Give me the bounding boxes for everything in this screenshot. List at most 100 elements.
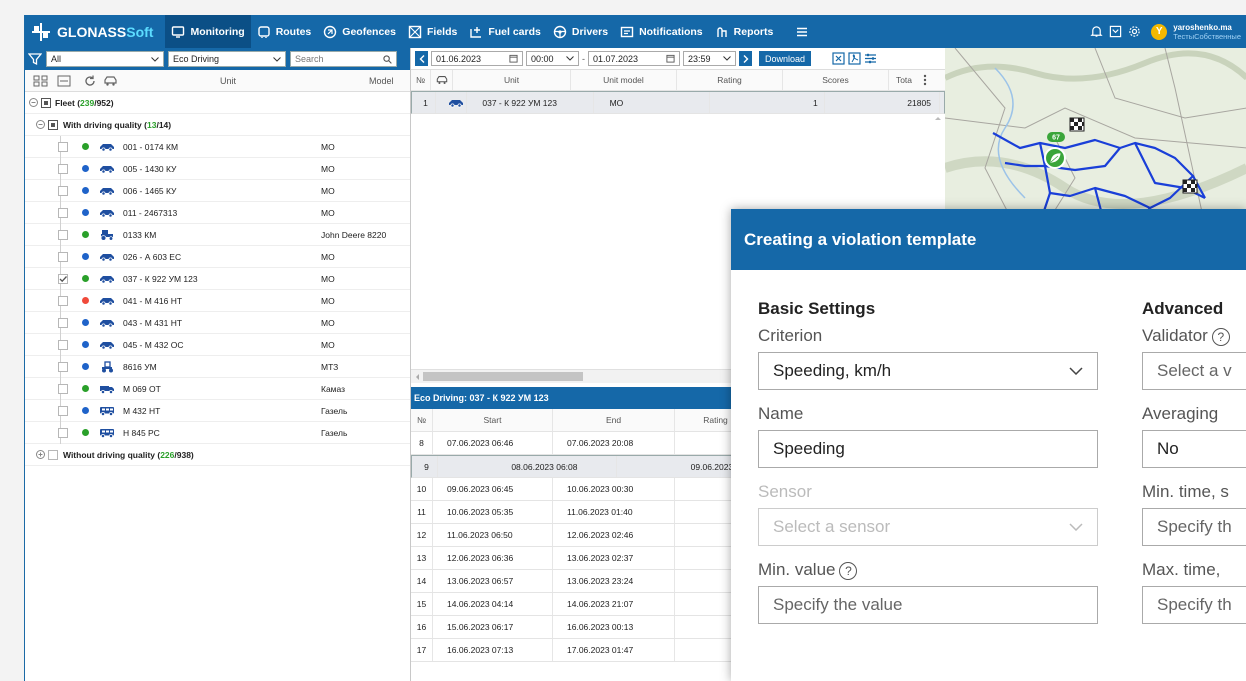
time-to-select[interactable]: 23:59 — [683, 51, 736, 66]
download-button[interactable]: Download — [759, 51, 811, 66]
unit-checkbox[interactable] — [58, 185, 68, 196]
col-unit[interactable]: Unit — [453, 70, 571, 90]
avatar[interactable]: Y — [1151, 23, 1168, 40]
map-canvas[interactable]: 67 — [945, 48, 1246, 226]
unit-checkbox[interactable] — [58, 295, 68, 306]
detail-col-end[interactable]: End — [553, 409, 675, 431]
without-quality-group-row[interactable]: Without driving quality (226/938) — [25, 444, 410, 466]
validator-select[interactable]: Select a v — [1142, 352, 1246, 390]
messages-icon[interactable] — [1109, 25, 1122, 38]
search-input[interactable]: Search — [290, 51, 397, 67]
horizontal-scrollbar[interactable] — [411, 369, 755, 383]
unit-checkbox[interactable] — [58, 427, 68, 438]
start-flag-icon[interactable] — [1069, 117, 1085, 132]
group-checkbox[interactable] — [48, 119, 58, 130]
map[interactable]: 67 — [945, 48, 1246, 226]
refresh-icon[interactable] — [83, 74, 97, 88]
unit-row[interactable]: 006 - 1465 КУ МО — [25, 180, 410, 202]
unit-checkbox[interactable] — [58, 405, 68, 416]
fleet-group-row[interactable]: Fleet (239/952) — [25, 92, 410, 114]
table-row[interactable]: 1 037 - К 922 УМ 123 МО 1 21805 — [411, 91, 945, 114]
unit-checkbox[interactable] — [58, 229, 68, 240]
with-quality-group-row[interactable]: With driving quality (13/14) — [25, 114, 410, 136]
unit-row[interactable]: 041 - М 416 НТ МО — [25, 290, 410, 312]
min-value-field[interactable]: Specify the value — [758, 586, 1098, 624]
unit-row[interactable]: 011 - 2467313 МО — [25, 202, 410, 224]
unit-checkbox[interactable] — [58, 251, 68, 262]
menu-drivers[interactable]: Drivers — [547, 15, 614, 48]
min-time-field[interactable]: Specify th — [1142, 508, 1246, 546]
fleet-checkbox[interactable] — [41, 97, 51, 108]
mode-select[interactable]: Eco Driving — [168, 51, 286, 67]
scroll-thumb[interactable] — [423, 372, 583, 381]
gear-icon[interactable] — [1128, 25, 1141, 38]
col-vehicle-icon[interactable] — [431, 70, 453, 90]
hamburger-menu-button[interactable] — [789, 15, 815, 48]
date-from-input[interactable]: 01.06.2023 — [431, 51, 523, 66]
unit-checkbox[interactable] — [58, 339, 68, 350]
model-column-title[interactable]: Model — [369, 76, 394, 86]
col-number[interactable]: № — [411, 70, 431, 90]
unit-row[interactable]: 005 - 1430 КУ МО — [25, 158, 410, 180]
settings-sliders-icon[interactable] — [864, 52, 877, 65]
unit-row[interactable]: 8616 УМ МТЗ — [25, 356, 410, 378]
unit-checkbox[interactable] — [58, 383, 68, 394]
logo[interactable]: GLONASSSoft — [25, 15, 159, 48]
scroll-left-icon[interactable] — [414, 373, 420, 381]
unit-column-title[interactable]: Unit — [213, 76, 243, 86]
expand-icon[interactable] — [36, 450, 45, 459]
unit-checkbox[interactable] — [58, 317, 68, 328]
detail-col-number[interactable]: № — [411, 409, 433, 431]
unit-row[interactable]: 045 - М 432 ОС МО — [25, 334, 410, 356]
col-total[interactable]: Tota — [889, 70, 919, 90]
user-info[interactable]: yaroshenko.ma ТестыСобственные — [1173, 23, 1241, 41]
column-menu-icon[interactable] — [923, 74, 927, 86]
calendar-icon[interactable] — [666, 54, 675, 63]
filter-icon[interactable] — [28, 52, 42, 66]
finish-flag-icon[interactable] — [1182, 179, 1198, 194]
group-select[interactable]: All — [46, 51, 164, 67]
name-field[interactable]: Speeding — [758, 430, 1098, 468]
sensor-select[interactable]: Select a sensor — [758, 508, 1098, 546]
prev-period-button[interactable] — [415, 51, 428, 66]
unit-checkbox[interactable] — [58, 207, 68, 218]
menu-fields[interactable]: Fields — [402, 15, 463, 48]
menu-routes[interactable]: Routes — [251, 15, 318, 48]
unit-checkbox[interactable] — [58, 163, 68, 174]
unit-row[interactable]: 026 - А 603 ЕС МО — [25, 246, 410, 268]
unit-row[interactable]: 043 - М 431 НТ МО — [25, 312, 410, 334]
unit-row[interactable]: 037 - К 922 УМ 123 МО — [25, 268, 410, 290]
menu-geofences[interactable]: Geofences — [317, 15, 402, 48]
bell-icon[interactable] — [1090, 25, 1103, 38]
col-rating[interactable]: Rating — [677, 70, 783, 90]
expand-all-icon[interactable] — [33, 74, 49, 88]
unit-checkbox[interactable] — [58, 141, 68, 152]
detail-col-start[interactable]: Start — [433, 409, 553, 431]
vehicle-marker[interactable]: 67 — [1044, 132, 1066, 169]
menu-reports[interactable]: Reports — [709, 15, 780, 48]
col-scores[interactable]: Scores — [783, 70, 889, 90]
next-period-button[interactable] — [739, 51, 752, 66]
date-to-input[interactable]: 01.07.2023 — [588, 51, 680, 66]
unit-row[interactable]: М 069 ОТ Камаз — [25, 378, 410, 400]
col-unit-model[interactable]: Unit model — [571, 70, 677, 90]
unit-row[interactable]: 0133 КМ John Deere 8220 — [25, 224, 410, 246]
max-time-field[interactable]: Specify th — [1142, 586, 1246, 624]
menu-fuel-cards[interactable]: Fuel cards — [463, 15, 547, 48]
averaging-select[interactable]: No — [1142, 430, 1246, 468]
criterion-select[interactable]: Speeding, km/h — [758, 352, 1098, 390]
checklist-icon[interactable] — [57, 74, 71, 88]
unit-checkbox[interactable] — [58, 361, 68, 372]
help-icon[interactable]: ? — [839, 561, 858, 580]
car-filter-icon[interactable] — [103, 74, 118, 88]
calendar-icon[interactable] — [509, 54, 518, 63]
unit-row[interactable]: 001 - 0174 КМ МО — [25, 136, 410, 158]
unit-checkbox[interactable] — [58, 273, 68, 284]
menu-notifications[interactable]: Notifications — [614, 15, 709, 48]
unit-row[interactable]: М 432 НТ Газель — [25, 400, 410, 422]
menu-monitoring[interactable]: Monitoring — [165, 15, 251, 48]
group-checkbox[interactable] — [48, 449, 58, 460]
collapse-icon[interactable] — [29, 98, 38, 107]
help-icon[interactable]: ? — [1211, 327, 1230, 346]
unit-row[interactable]: Н 845 РС Газель — [25, 422, 410, 444]
